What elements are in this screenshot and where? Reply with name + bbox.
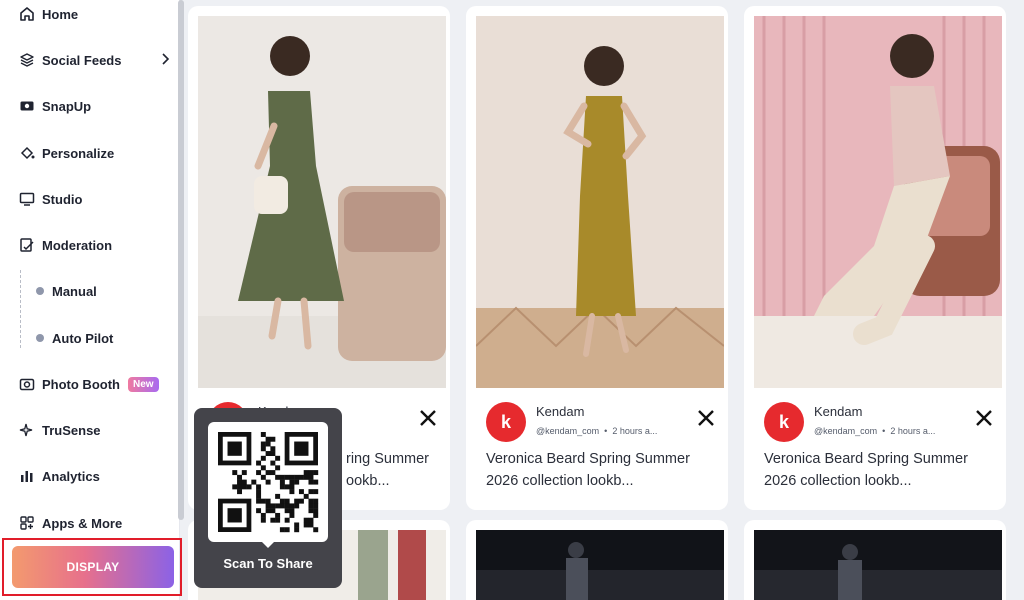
post-author: k Kendam @kendam_com • 2 hours a... bbox=[486, 400, 716, 442]
bar-chart-icon bbox=[18, 467, 36, 485]
sidebar-item-analytics[interactable]: Analytics bbox=[18, 464, 100, 488]
sidebar-item-trusense[interactable]: TruSense bbox=[18, 418, 101, 442]
author-meta: @kendam_com • 2 hours a... bbox=[536, 426, 658, 436]
scan-to-share-label: Scan To Share bbox=[223, 556, 313, 571]
sidebar-item-label: Studio bbox=[42, 191, 83, 207]
qr-code[interactable] bbox=[208, 422, 328, 542]
author-avatar[interactable]: k bbox=[486, 402, 526, 442]
post-image[interactable] bbox=[754, 530, 1002, 600]
sidebar-item-photo-booth[interactable]: Photo Booth New bbox=[18, 372, 159, 396]
sidebar-subitem-auto-pilot[interactable]: Auto Pilot bbox=[36, 328, 113, 348]
sidebar-item-social-feeds[interactable]: Social Feeds bbox=[18, 48, 121, 72]
post-card[interactable]: k Kendam @kendam_com • 2 hours a... Vero… bbox=[744, 6, 1006, 510]
chevron-right-icon[interactable] bbox=[158, 52, 172, 66]
post-caption: Veronica Beard Spring Summer 2026 collec… bbox=[764, 451, 968, 489]
submenu-guide-line bbox=[20, 270, 21, 348]
sidebar-item-label: TruSense bbox=[42, 422, 101, 438]
x-logo-icon[interactable] bbox=[974, 408, 994, 428]
bullet-icon bbox=[36, 334, 44, 342]
sidebar-item-label: Photo Booth bbox=[42, 376, 120, 392]
sidebar-item-label: SnapUp bbox=[42, 98, 92, 114]
display-button[interactable]: DISPLAY bbox=[12, 546, 174, 588]
sidebar-subitem-label: Manual bbox=[52, 283, 97, 299]
sidebar-scrollbar[interactable] bbox=[178, 0, 184, 520]
display-highlight: DISPLAY bbox=[2, 538, 182, 596]
apps-grid-icon bbox=[18, 514, 36, 532]
author-meta: @kendam_com • 2 hours a... bbox=[814, 426, 936, 436]
snapup-icon bbox=[18, 97, 36, 115]
x-logo-icon[interactable] bbox=[696, 408, 716, 428]
new-badge: New bbox=[127, 376, 159, 392]
camera-icon bbox=[18, 375, 36, 393]
author-name[interactable]: Kendam bbox=[814, 404, 862, 419]
moderation-icon bbox=[18, 236, 36, 254]
author-avatar[interactable]: k bbox=[764, 402, 804, 442]
sidebar-item-studio[interactable]: Studio bbox=[18, 187, 82, 211]
post-image[interactable] bbox=[754, 16, 1002, 388]
post-card[interactable] bbox=[466, 520, 728, 600]
sparkle-icon bbox=[18, 421, 36, 439]
sidebar-subitem-manual[interactable]: Manual bbox=[36, 281, 97, 301]
sidebar-item-label: Analytics bbox=[42, 468, 100, 484]
post-card[interactable]: k Kendam @kendam_com • 2 hours a... Vero… bbox=[466, 6, 728, 510]
post-image[interactable] bbox=[476, 530, 724, 600]
x-logo-icon[interactable] bbox=[418, 408, 438, 428]
qr-share-popup: Scan To Share bbox=[194, 408, 342, 588]
sidebar: Home Social Feeds SnapUp Personalize Stu… bbox=[0, 0, 182, 600]
layers-icon bbox=[18, 51, 36, 69]
sidebar-item-home[interactable]: Home bbox=[18, 2, 78, 26]
sidebar-item-label: Personalize bbox=[42, 145, 115, 161]
post-card[interactable] bbox=[744, 520, 1006, 600]
sidebar-item-moderation[interactable]: Moderation bbox=[18, 233, 112, 257]
post-image[interactable] bbox=[198, 16, 446, 388]
monitor-icon bbox=[18, 190, 36, 208]
paint-bucket-icon bbox=[18, 144, 36, 162]
sidebar-subitem-label: Auto Pilot bbox=[52, 330, 114, 346]
bullet-icon bbox=[36, 287, 44, 295]
sidebar-item-personalize[interactable]: Personalize bbox=[18, 141, 114, 165]
author-name[interactable]: Kendam bbox=[536, 404, 584, 419]
post-author: k Kendam @kendam_com • 2 hours a... bbox=[764, 400, 994, 442]
sidebar-item-label: Home bbox=[42, 6, 79, 22]
sidebar-item-apps-more[interactable]: Apps & More bbox=[18, 511, 122, 535]
sidebar-item-label: Moderation bbox=[42, 237, 113, 253]
home-icon bbox=[18, 5, 36, 23]
sidebar-item-label: Apps & More bbox=[42, 515, 123, 531]
popup-arrow bbox=[262, 542, 274, 548]
sidebar-item-label: Social Feeds bbox=[42, 52, 122, 68]
post-image[interactable] bbox=[476, 16, 724, 388]
post-caption: Veronica Beard Spring Summer 2026 collec… bbox=[486, 451, 690, 489]
sidebar-item-snapup[interactable]: SnapUp bbox=[18, 94, 91, 118]
